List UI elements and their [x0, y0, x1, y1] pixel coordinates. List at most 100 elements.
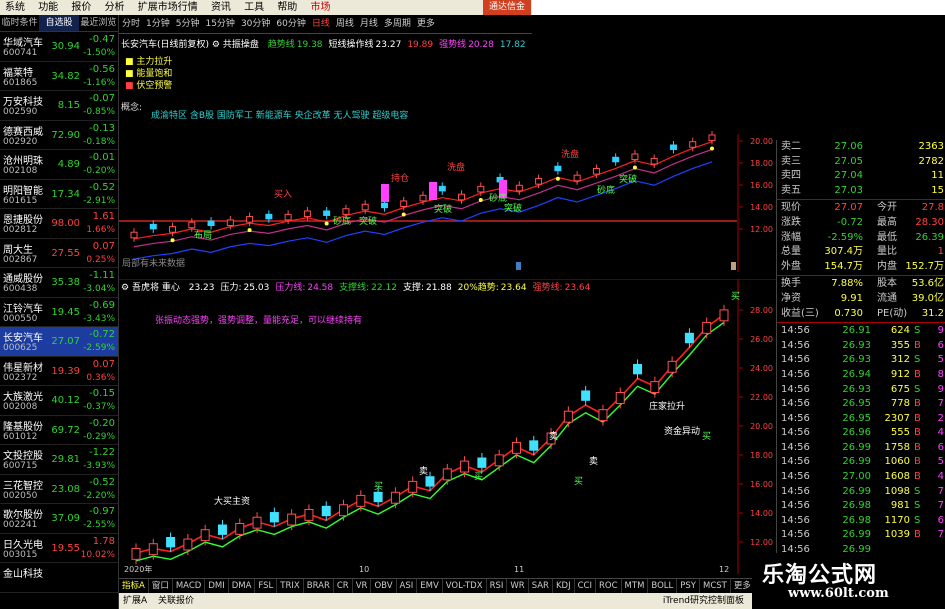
- stock-row[interactable]: 江铃汽车 000550 19.45 -0.69 -3.43%: [0, 298, 118, 327]
- period-item[interactable]: 月线: [357, 15, 381, 33]
- period-item[interactable]: 30分钟: [238, 15, 273, 33]
- gear-icon[interactable]: ⚙: [121, 283, 129, 293]
- indicator-tab[interactable]: FSL: [255, 579, 278, 593]
- indicator-tab[interactable]: TRIX: [277, 579, 304, 593]
- candle: [438, 185, 446, 192]
- stat-label: 量比: [877, 246, 897, 258]
- indicator-tab[interactable]: CCI: [575, 579, 596, 593]
- menu-item-function[interactable]: 功能: [33, 0, 63, 15]
- period-item[interactable]: 5分钟: [173, 15, 203, 33]
- tab-related-quote[interactable]: 关联报价: [154, 596, 198, 606]
- signal-label: 持仓: [391, 172, 409, 184]
- candle: [494, 454, 504, 467]
- stock-name: 德赛西威: [3, 126, 43, 138]
- menu-item-tools[interactable]: 工具: [239, 0, 269, 15]
- stat-value: 39.0亿: [911, 292, 944, 304]
- candle: [573, 174, 581, 182]
- period-item[interactable]: 15分钟: [202, 15, 237, 33]
- signal-dot: [247, 228, 252, 233]
- menu-item-quote[interactable]: 报价: [66, 0, 96, 15]
- stock-row[interactable]: 长安汽车 000625 27.07 -0.72 -2.59%: [0, 327, 118, 357]
- period-item[interactable]: 分时: [119, 15, 143, 33]
- indicator-tab[interactable]: VOL-TDX: [443, 579, 487, 593]
- stock-row[interactable]: 隆基股份 601012 69.72 -0.20 -0.29%: [0, 416, 118, 445]
- stock-row[interactable]: 日久光电 003015 19.55 1.78 10.02%: [0, 534, 118, 563]
- stock-row[interactable]: 文投控股 600715 29.81 -1.22 -3.93%: [0, 445, 118, 475]
- stock-row[interactable]: 明阳智能 601615 17.34 -0.52 -2.91%: [0, 180, 118, 209]
- period-item[interactable]: 周线: [333, 15, 357, 33]
- tab-watchlist[interactable]: 自选股: [39, 15, 79, 31]
- field-value: 22.12: [371, 283, 397, 293]
- indicator-tab[interactable]: CR: [334, 579, 353, 593]
- indicator-name[interactable]: 重心: [162, 283, 180, 293]
- stock-name: 华域汽车: [3, 38, 43, 49]
- indicator-tab[interactable]: MCST: [700, 579, 731, 593]
- tab-recent[interactable]: 最近浏览: [79, 15, 118, 31]
- menu-item-system[interactable]: 系统: [0, 0, 30, 15]
- x-axis-label: 10: [359, 565, 369, 574]
- candle: [390, 491, 400, 504]
- stock-row[interactable]: 万安科技 002590 8.15 -0.07 -0.85%: [0, 91, 118, 121]
- indicator-tab[interactable]: KDJ: [553, 579, 575, 593]
- stock-row[interactable]: 福莱特 601865 34.82 -0.56 -1.16%: [0, 62, 118, 91]
- period-item[interactable]: 1分钟: [143, 15, 173, 33]
- future-data-note: 局部有未来数据: [122, 259, 186, 269]
- stock-row[interactable]: 三花智控 002050 23.08 -0.52 -2.20%: [0, 475, 118, 504]
- indicator-tab[interactable]: 窗口: [149, 579, 173, 593]
- main-chart[interactable]: 20.00 18.00 16.00 14.00 12.00 布局 砂底 突破 买入 持仓 突破 洗盘砂…: [119, 34, 776, 272]
- indicator-tab[interactable]: MACD: [173, 579, 206, 593]
- indicator-tab[interactable]: RSI: [487, 579, 508, 593]
- menu-item-market[interactable]: 市场: [306, 0, 336, 15]
- signal-label: 卖: [549, 431, 558, 442]
- indicator-tab[interactable]: ASI: [397, 579, 418, 593]
- indicator-tab[interactable]: MTM: [622, 579, 649, 593]
- stock-row[interactable]: 德赛西威 002920 72.90 -0.13 -0.18%: [0, 121, 118, 150]
- period-item[interactable]: 60分钟: [273, 15, 308, 33]
- main-chart-canvas[interactable]: 20.0018.0016.0014.0012.00布局砂底 突破买入持仓突破洗盘砂…: [119, 34, 776, 272]
- indicator-tab[interactable]: BRAR: [304, 579, 334, 593]
- menu-item-ext-market[interactable]: 扩展市场行情: [133, 0, 203, 15]
- stock-row[interactable]: 华域汽车 600741 30.94 -0.47 -1.50%: [0, 32, 118, 62]
- indicator-tab[interactable]: DMA: [229, 579, 256, 593]
- period-item[interactable]: 更多: [414, 15, 438, 33]
- indicator-tab[interactable]: PSY: [677, 579, 700, 593]
- menu-item-info[interactable]: 资讯: [206, 0, 236, 15]
- stat-value: 152.7万: [905, 260, 944, 272]
- indicator-tab[interactable]: WR: [507, 579, 529, 593]
- stock-price: 72.90: [51, 129, 80, 141]
- indicator-tab[interactable]: 指标A: [119, 579, 149, 593]
- stock-row[interactable]: 通威股份 600438 35.38 -1.11 -3.04%: [0, 268, 118, 298]
- indicator-chart[interactable]: 28.00 26.00 24.00 22.00 20.00 18.00 16.00 14.00…: [119, 278, 776, 574]
- stock-row[interactable]: 大族激光 002008 40.12 -0.15 -0.37%: [0, 386, 118, 416]
- period-item[interactable]: 多周期: [381, 15, 414, 33]
- signal-label: 砂底: [489, 192, 507, 204]
- indicator-tab[interactable]: SAR: [529, 579, 553, 593]
- menu-item-help[interactable]: 帮助: [272, 0, 302, 15]
- indicator-tab[interactable]: BOLL: [648, 579, 678, 593]
- ask-volume: 2363: [918, 141, 944, 152]
- indicator-tab[interactable]: VR: [353, 579, 372, 593]
- menu-item-analysis[interactable]: 分析: [100, 0, 130, 15]
- stock-row[interactable]: 金山科技: [0, 563, 118, 593]
- ask-price: 27.04: [834, 170, 863, 182]
- stock-row[interactable]: 伟星新材 002372 19.39 0.07 0.36%: [0, 357, 118, 386]
- main-indicator-name[interactable]: 共振操盘: [223, 40, 259, 50]
- stock-row[interactable]: 恩捷股份 002812 98.00 1.61 1.66%: [0, 209, 118, 239]
- indicator-tab[interactable]: EMV: [417, 579, 443, 593]
- indicator-tab[interactable]: OBV: [371, 579, 397, 593]
- period-item[interactable]: 日线: [309, 15, 333, 33]
- stock-name: 文投控股: [3, 451, 43, 462]
- ask-label: 卖四: [781, 170, 801, 182]
- indicator-tab[interactable]: DMI: [205, 579, 229, 593]
- tick-time: 14:56: [781, 471, 810, 483]
- trade-button[interactable]: 通达信金: [483, 0, 531, 15]
- tab-ext-a[interactable]: 扩展A: [119, 596, 151, 606]
- gear-icon[interactable]: ⚙: [212, 40, 220, 50]
- candle: [408, 480, 418, 493]
- indicator-tab[interactable]: ROC: [596, 579, 622, 593]
- tick-side: S: [914, 514, 921, 526]
- tab-temp-condition[interactable]: 临时条件: [0, 15, 39, 31]
- stock-row[interactable]: 沧州明珠 002108 4.89 -0.01 -0.20%: [0, 150, 118, 180]
- stock-row[interactable]: 歌尔股份 002241 37.09 -0.97 -2.55%: [0, 504, 118, 534]
- stock-row[interactable]: 周大生 002867 27.55 0.07 0.25%: [0, 239, 118, 268]
